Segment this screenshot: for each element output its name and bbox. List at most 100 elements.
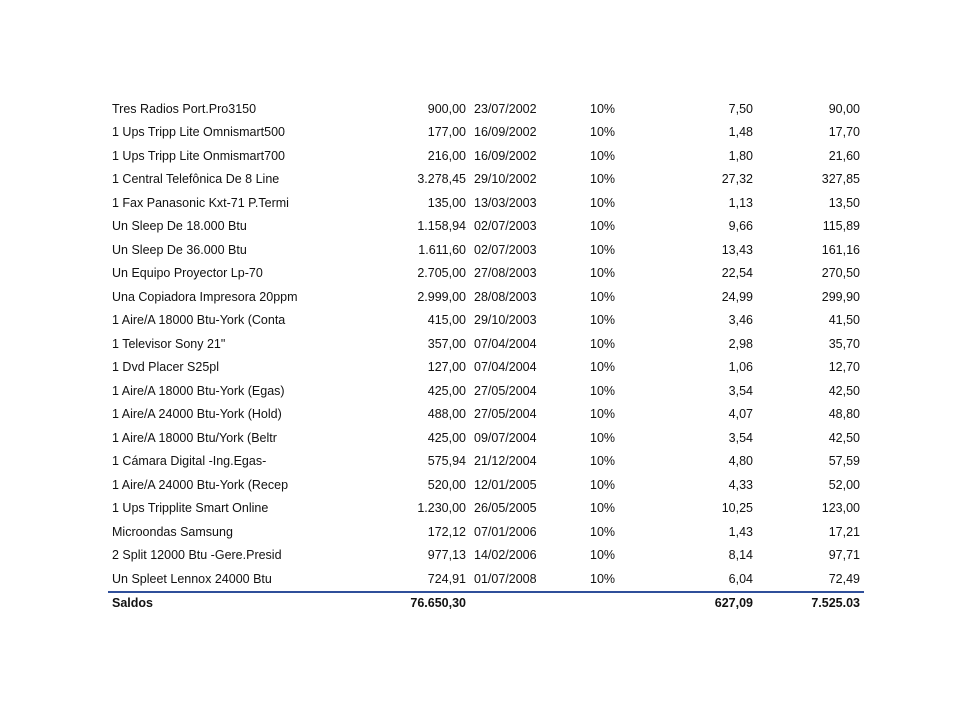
table-row: 1 Ups Tripplite Smart Online 1.230,00 26… (108, 497, 864, 521)
item-rate: 10% (590, 454, 616, 468)
table-row: 1 Aire/A 24000 Btu-York (Recep 520,00 12… (108, 473, 864, 497)
item-accumulated: 270,50 (821, 266, 860, 280)
item-accumulated: 17,70 (828, 125, 860, 139)
item-description: 1 Aire/A 18000 Btu-York (Conta (112, 313, 286, 327)
totals-row: Saldos 76.650,30 627,09 7.525.03 (108, 590, 864, 615)
item-value: 900,00 (427, 101, 466, 116)
item-description: Microondas Samsung (112, 524, 233, 539)
item-depreciation: 1,06 (728, 360, 753, 374)
item-accumulated: 21,60 (828, 148, 860, 163)
item-date: 26/05/2005 (474, 501, 537, 515)
item-description: Un Sleep De 18.000 Btu (112, 219, 247, 233)
item-date: 14/02/2006 (474, 548, 537, 562)
item-description: Una Copiadora Impresora 20ppm (112, 289, 298, 304)
item-description: 1 Aire/A 24000 Btu-York (Hold) (112, 407, 282, 421)
item-rate: 10% (590, 407, 616, 421)
item-value: 425,00 (427, 430, 466, 445)
item-depreciation: 2,98 (728, 336, 753, 351)
item-value: 3.278,45 (417, 172, 466, 186)
item-description: 1 Aire/A 18000 Btu/York (Beltr (112, 430, 277, 445)
item-value: 1.611,60 (418, 242, 466, 257)
item-value: 977,13 (427, 548, 466, 562)
item-date: 01/07/2008 (474, 571, 537, 586)
item-accumulated: 42,50 (828, 383, 860, 398)
item-date: 23/07/2002 (474, 101, 537, 116)
item-depreciation: 1,48 (728, 125, 753, 139)
table-row: Un Sleep De 18.000 Btu 1.158,94 02/07/20… (108, 215, 864, 239)
item-rate: 10% (590, 336, 616, 351)
item-depreciation: 3,54 (728, 430, 753, 445)
item-rate: 10% (590, 289, 616, 304)
item-accumulated: 90,00 (828, 101, 860, 116)
item-rate: 10% (590, 101, 616, 116)
table-row: 1 Aire/A 18000 Btu/York (Beltr 425,00 09… (108, 426, 864, 450)
item-value: 172,12 (427, 524, 466, 539)
item-description: Tres Radios Port.Pro3150 (112, 101, 257, 116)
item-date: 29/10/2003 (474, 313, 537, 327)
item-accumulated: 35,70 (828, 336, 860, 351)
item-accumulated: 41,50 (828, 313, 860, 327)
item-depreciation: 3,54 (728, 383, 753, 398)
item-date: 27/08/2003 (474, 266, 537, 280)
item-description: 1 Ups Tripp Lite Onmismart700 (112, 148, 285, 163)
item-depreciation: 4,80 (728, 454, 753, 468)
item-accumulated: 48,80 (828, 407, 860, 421)
table-row: 1 Dvd Placer S25pl 127,00 07/04/2004 10%… (108, 356, 864, 380)
item-depreciation: 1,43 (728, 524, 753, 539)
item-accumulated: 13,50 (828, 195, 860, 210)
item-rate: 10% (590, 548, 616, 562)
totals-rate-empty (586, 590, 642, 615)
item-date: 02/07/2003 (474, 219, 537, 233)
asset-depreciation-sheet: Tres Radios Port.Pro3150 900,00 23/07/20… (108, 97, 864, 615)
item-rate: 10% (590, 477, 616, 492)
item-date: 12/01/2005 (474, 477, 537, 492)
item-date: 07/04/2004 (474, 336, 537, 351)
item-rate: 10% (590, 430, 616, 445)
item-value: 2.705,00 (417, 266, 466, 280)
table-row: Un Equipo Proyector Lp-70 2.705,00 27/08… (108, 262, 864, 286)
item-description: 1 Central Telefônica De 8 Line (112, 172, 280, 186)
item-rate: 10% (590, 125, 616, 139)
totals-accumulated: 7.525.03 (757, 590, 864, 615)
item-date: 07/04/2004 (474, 360, 537, 374)
item-date: 02/07/2003 (474, 242, 537, 257)
item-rate: 10% (590, 242, 616, 257)
item-rate: 10% (590, 313, 616, 327)
item-date: 27/05/2004 (474, 383, 537, 398)
item-depreciation: 1,80 (728, 148, 753, 163)
item-accumulated: 17,21 (828, 524, 860, 539)
item-date: 09/07/2004 (474, 430, 537, 445)
item-depreciation: 4,07 (728, 407, 753, 421)
table-row: 1 Ups Tripp Lite Onmismart700 216,00 16/… (108, 144, 864, 168)
item-date: 28/08/2003 (474, 289, 537, 304)
item-depreciation: 3,46 (728, 313, 753, 327)
item-rate: 10% (590, 148, 616, 163)
item-description: 1 Cámara Digital -Ing.Egas- (112, 454, 267, 468)
asset-rows: Tres Radios Port.Pro3150 900,00 23/07/20… (108, 97, 864, 615)
item-accumulated: 12,70 (828, 360, 860, 374)
item-value: 2.999,00 (417, 289, 466, 304)
item-rate: 10% (590, 501, 616, 515)
item-value: 1.158,94 (417, 219, 466, 233)
table-row: Un Sleep De 36.000 Btu 1.611,60 02/07/20… (108, 238, 864, 262)
table-row: 1 Aire/A 24000 Btu-York (Hold) 488,00 27… (108, 403, 864, 427)
item-description: 1 Ups Tripplite Smart Online (112, 501, 269, 515)
totals-label: Saldos (108, 590, 344, 615)
item-rate: 10% (590, 219, 616, 233)
item-description: 1 Fax Panasonic Kxt-71 P.Termi (112, 195, 289, 210)
item-depreciation: 4,33 (728, 477, 753, 492)
item-description: 1 Dvd Placer S25pl (112, 360, 220, 374)
item-accumulated: 161,16 (821, 242, 860, 257)
item-rate: 10% (590, 172, 616, 186)
item-description: 2 Split 12000 Btu -Gere.Presid (112, 548, 282, 562)
item-value: 177,00 (427, 125, 466, 139)
item-accumulated: 123,00 (821, 501, 860, 515)
table-row: 1 Ups Tripp Lite Omnismart500 177,00 16/… (108, 121, 864, 145)
item-date: 27/05/2004 (474, 407, 537, 421)
item-value: 135,00 (427, 195, 466, 210)
item-value: 357,00 (427, 336, 466, 351)
item-depreciation: 6,04 (728, 571, 753, 586)
item-depreciation: 10,25 (721, 501, 753, 515)
item-value: 425,00 (427, 383, 466, 398)
item-value: 520,00 (427, 477, 466, 492)
